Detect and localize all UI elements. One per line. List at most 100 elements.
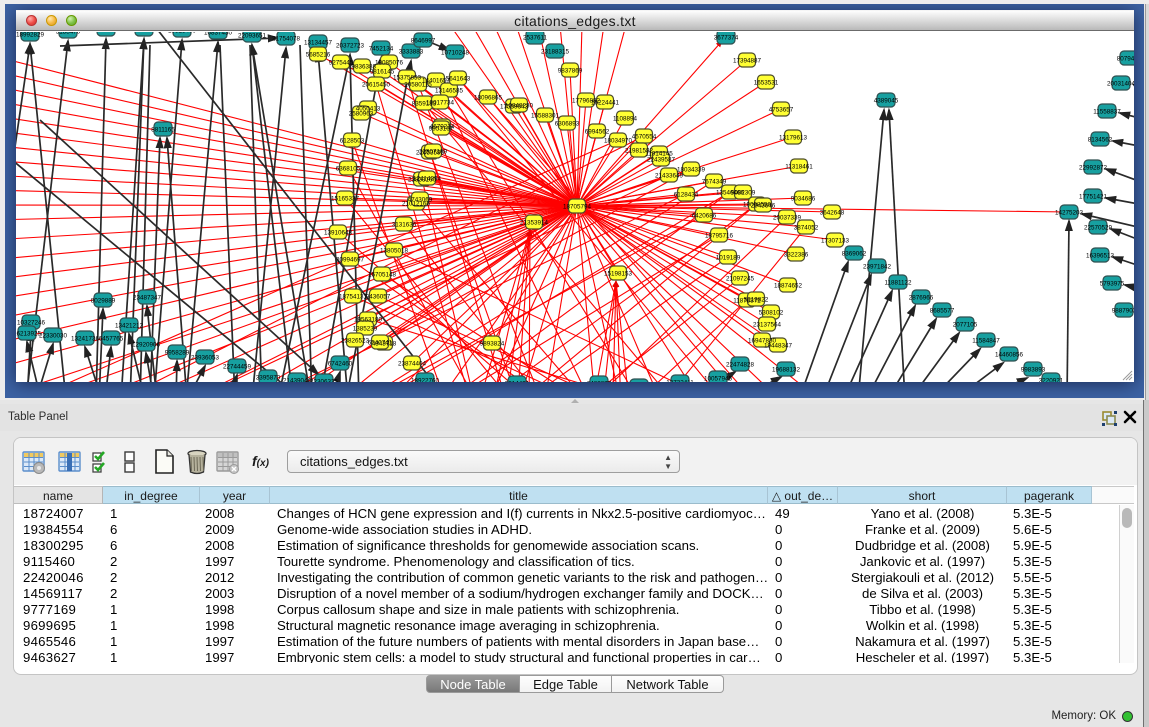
svg-text:6457765: 6457765 [99,335,124,342]
svg-text:9034686: 9034686 [791,195,816,202]
svg-text:4389045: 4389045 [874,97,899,104]
svg-text:6540741: 6540741 [368,339,393,346]
svg-text:8079409: 8079409 [1117,55,1134,62]
svg-text:23936053: 23936053 [191,354,220,361]
svg-text:9887903: 9887903 [1112,307,1134,314]
svg-text:18795716: 18795716 [705,232,734,239]
svg-text:7452134: 7452134 [369,45,394,52]
svg-text:23137564: 23137564 [753,321,782,328]
svg-text:18705794: 18705794 [563,203,592,210]
svg-text:8646997: 8646997 [411,37,436,44]
svg-text:4743069: 4743069 [408,196,433,203]
svg-text:23874404: 23874404 [398,360,427,367]
svg-text:2580963: 2580963 [349,110,374,117]
svg-text:17394887: 17394887 [733,57,762,64]
svg-text:6742460: 6742460 [328,360,353,367]
svg-text:23487347: 23487347 [133,294,162,301]
svg-text:1385239: 1385239 [353,325,378,332]
svg-text:22330030: 22330030 [39,332,68,339]
svg-text:9816145: 9816145 [370,68,395,75]
svg-text:9953167: 9953167 [429,125,454,132]
svg-text:21097245: 21097245 [726,275,755,282]
svg-text:13241736: 13241736 [71,335,100,342]
svg-text:2077105: 2077105 [953,321,978,328]
svg-text:14460856: 14460856 [995,351,1024,358]
svg-text:3333883: 3333883 [399,48,424,55]
svg-text:18096865: 18096865 [474,94,503,101]
svg-text:9958289: 9958289 [165,349,190,356]
svg-text:5685216: 5685216 [306,51,331,58]
svg-text:13146585: 13146585 [435,87,464,94]
svg-text:22507109: 22507109 [419,148,448,155]
svg-text:13134457: 13134457 [304,39,333,46]
svg-text:21754078: 21754078 [272,35,301,42]
svg-text:17796882: 17796882 [572,97,601,104]
svg-text:17751421: 17751421 [1079,193,1108,200]
svg-text:3131636: 3131636 [392,221,417,228]
svg-text:11558837: 11558837 [1093,108,1121,115]
svg-text:23826523: 23826523 [341,337,370,344]
svg-text:18992829: 18992829 [16,32,44,38]
svg-text:13805018: 13805018 [380,247,409,254]
svg-text:16705148: 16705148 [368,271,397,278]
svg-text:15198153: 15198153 [604,270,633,277]
svg-text:18922760: 18922760 [411,377,440,382]
svg-text:13179613: 13179613 [779,134,808,141]
svg-text:2943646: 2943646 [751,202,776,209]
svg-text:7674349: 7674349 [702,178,727,185]
svg-text:22570529: 22570529 [1084,224,1113,231]
svg-text:10710248: 10710248 [441,49,470,56]
svg-text:20994697: 20994697 [336,256,365,263]
svg-text:15375853: 15375853 [393,74,422,81]
svg-text:20372723: 20372723 [336,42,365,49]
svg-text:22474828: 22474828 [726,361,755,368]
svg-text:3874052: 3874052 [794,224,819,231]
svg-text:5793975: 5793975 [1100,280,1125,287]
svg-text:22992872: 22992872 [1079,164,1108,171]
svg-text:11881122: 11881122 [884,279,912,286]
svg-text:2876966: 2876966 [909,294,934,301]
svg-text:23188315: 23188315 [541,48,570,55]
svg-text:6482877: 6482877 [587,380,612,382]
svg-text:11584847: 11584847 [972,337,1000,344]
svg-text:9214491: 9214491 [505,380,530,382]
svg-text:6994562: 6994562 [585,128,610,135]
svg-text:5308102: 5308102 [759,309,784,316]
svg-text:16396513: 16396513 [1086,252,1115,259]
svg-text:19523409: 19523409 [168,32,197,34]
svg-text:19085076: 19085076 [375,59,404,66]
svg-text:6368105: 6368105 [336,165,361,172]
svg-text:3220921: 3220921 [1039,377,1064,382]
svg-text:21353914: 21353914 [520,219,549,226]
svg-text:22439587: 22439587 [647,156,676,163]
svg-text:8029889: 8029889 [91,297,116,304]
svg-text:6306893: 6306893 [555,120,580,127]
svg-text:20031404: 20031404 [1107,80,1134,87]
svg-text:8685577: 8685577 [930,307,955,314]
svg-text:4753657: 4753657 [769,106,794,113]
svg-text:10837430: 10837430 [204,32,233,36]
svg-text:12414394: 12414394 [413,175,442,182]
svg-text:2537611: 2537611 [523,34,548,41]
svg-text:9436057: 9436057 [366,293,391,300]
svg-text:16213925: 16213925 [16,330,41,337]
svg-text:15588301: 15588301 [531,112,560,119]
svg-text:9837869: 9837869 [558,67,583,74]
svg-text:3642648: 3642648 [820,209,845,216]
svg-text:1108894: 1108894 [613,115,638,122]
svg-text:20037339: 20037339 [773,214,802,221]
svg-text:9893824: 9893824 [480,340,505,347]
svg-text:8811165: 8811165 [151,126,175,133]
svg-text:9983893: 9983893 [1021,366,1046,373]
svg-text:21433649: 21433649 [655,172,684,179]
svg-text:19563180: 19563180 [354,316,383,323]
svg-text:9082309: 9082309 [731,189,756,196]
svg-text:22306335: 22306335 [310,378,339,382]
svg-text:18034970: 18034970 [604,137,633,144]
svg-text:13421212: 13421212 [115,322,144,329]
svg-text:12920906: 12920906 [132,341,161,348]
svg-text:18874652: 18874652 [774,282,803,289]
svg-text:17307133: 17307133 [821,237,850,244]
svg-text:6128434: 6128434 [674,191,699,198]
svg-text:13732411: 13732411 [666,379,694,382]
